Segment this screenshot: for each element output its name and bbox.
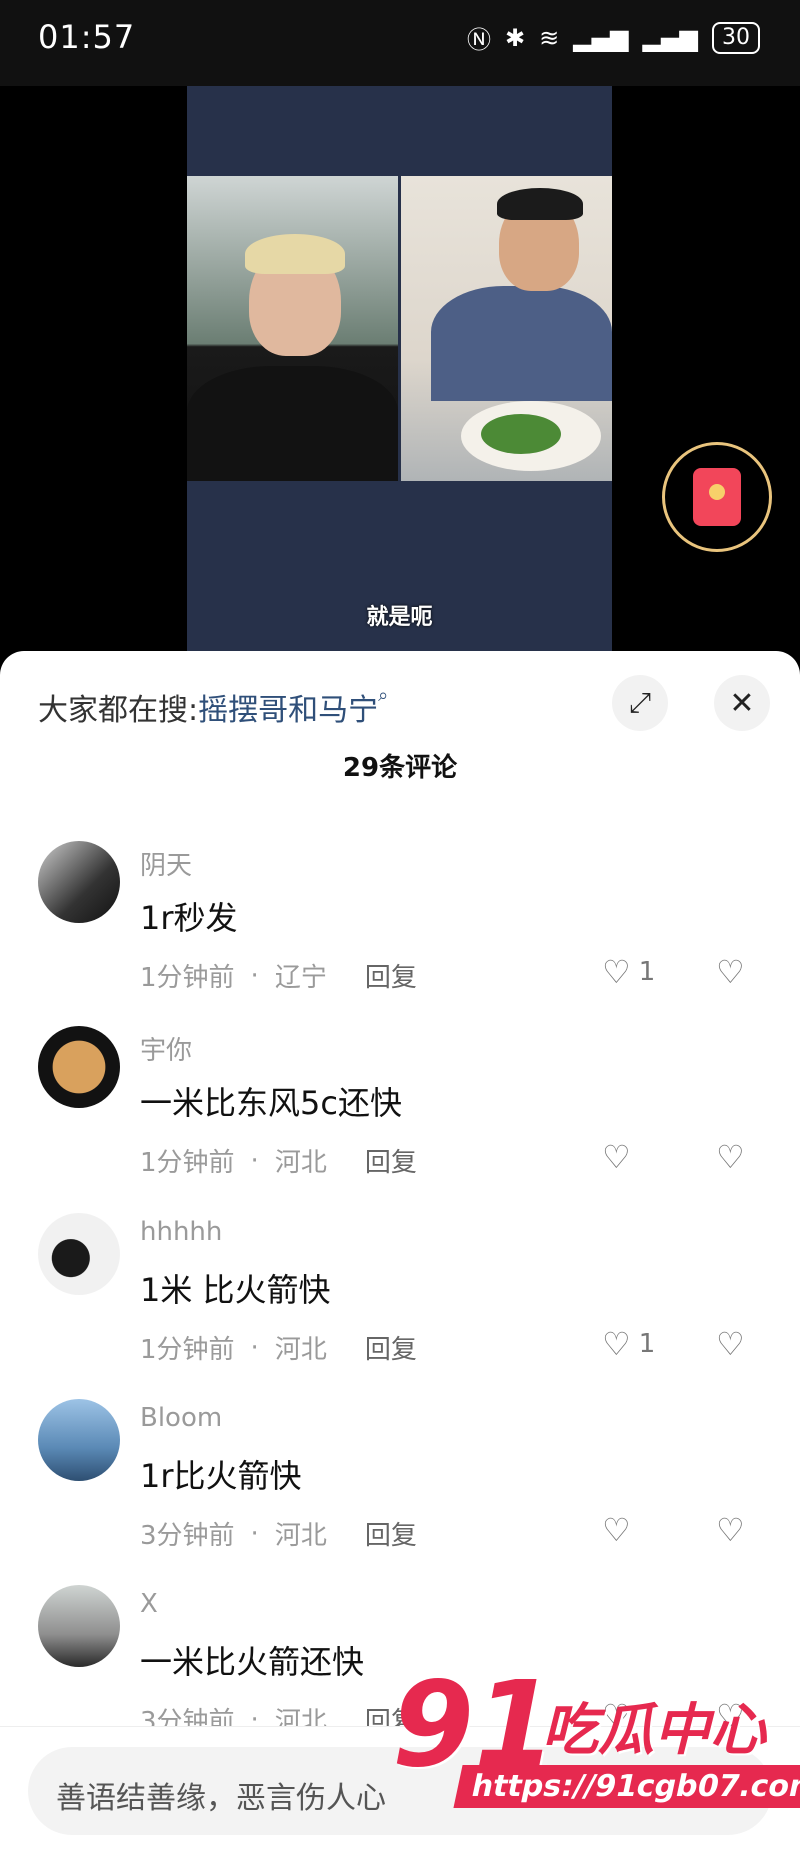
broken-heart-icon: ♡: [716, 1511, 745, 1549]
search-suggestion[interactable]: 大家都在搜:摇摆哥和马宁⌕: [38, 685, 388, 729]
comment-username[interactable]: X: [140, 1589, 158, 1619]
reply-button[interactable]: 回复: [365, 1329, 417, 1366]
avatar[interactable]: [38, 1585, 120, 1667]
comment-region: 河北: [274, 1335, 327, 1365]
search-icon: ⌕: [378, 685, 389, 706]
heart-icon: ♡: [602, 953, 631, 991]
like-button[interactable]: ♡: [602, 1511, 639, 1549]
close-button[interactable]: ✕: [714, 675, 770, 731]
like-button[interactable]: ♡ 1: [602, 953, 655, 991]
comment-username[interactable]: 宇你: [140, 1030, 192, 1067]
video-player[interactable]: 就是呃: [0, 86, 800, 658]
comment-region: 河北: [274, 1521, 327, 1551]
like-count: 1: [638, 1329, 656, 1359]
comment-text: 一米比火箭还快: [140, 1643, 365, 1681]
comment-meta: 1分钟前 · 辽宁 回复: [140, 957, 417, 994]
search-prefix: 大家都在搜:: [38, 693, 199, 728]
like-count: 1: [638, 957, 656, 987]
comment-text: 1r比火箭快: [140, 1457, 302, 1495]
broken-heart-icon: ♡: [716, 953, 745, 991]
comment-item: hhhhh 1米 比火箭快 1分钟前 · 河北 回复 ♡ 1 ♡: [0, 1213, 800, 1399]
expand-button[interactable]: ⤢: [612, 675, 668, 731]
status-time: 01:57: [38, 18, 136, 56]
broken-heart-icon: ♡: [716, 1325, 745, 1363]
comment-input-placeholder: 善语结善缘，恶言伤人心: [56, 1781, 386, 1816]
comment-item: 宇你 一米比东风5c还快 1分钟前 · 河北 回复 ♡ ♡: [0, 1026, 800, 1212]
comment-text: 1r秒发: [140, 899, 238, 937]
comment-text: 1米 比火箭快: [140, 1271, 331, 1309]
comment-time: 1分钟前: [140, 1148, 235, 1178]
comment-meta: 1分钟前 · 河北 回复: [140, 1142, 417, 1179]
avatar[interactable]: [38, 1213, 120, 1295]
comment-time: 1分钟前: [140, 963, 235, 993]
like-button[interactable]: ♡ 1: [602, 1325, 655, 1363]
comment-region: 辽宁: [274, 963, 327, 993]
comment-region: 河北: [274, 1148, 327, 1178]
comment-meta: 3分钟前 · 河北 回复: [140, 1515, 417, 1552]
comment-username[interactable]: hhhhh: [140, 1217, 222, 1247]
comment-meta: 1分钟前 · 河北 回复: [140, 1329, 417, 1366]
avatar[interactable]: [38, 841, 120, 923]
signal-icon: ▂▄▆: [573, 23, 629, 52]
dislike-button[interactable]: ♡: [716, 1138, 745, 1176]
avatar[interactable]: [38, 1026, 120, 1108]
dislike-button[interactable]: ♡: [716, 953, 745, 991]
like-button[interactable]: ♡: [602, 1138, 639, 1176]
heart-icon: ♡: [602, 1138, 631, 1176]
heart-icon: ♡: [602, 1511, 631, 1549]
comment-item: 阴天 1r秒发 1分钟前 · 辽宁 回复 ♡ 1 ♡: [0, 841, 800, 1027]
comment-item: Bloom 1r比火箭快 3分钟前 · 河北 回复 ♡ ♡: [0, 1399, 800, 1585]
wifi-icon: ≋: [539, 23, 560, 52]
video-frame: 就是呃: [187, 86, 612, 658]
watermark-name: 吃瓜中心: [542, 1698, 766, 1763]
watermark-logo: 91 吃瓜中心 https://91cgb07.com: [392, 1655, 800, 1827]
close-icon: ✕: [729, 685, 755, 721]
video-tile-right: [401, 176, 612, 481]
avatar[interactable]: [38, 1399, 120, 1481]
bluetooth-icon: ✱: [505, 23, 526, 52]
dislike-button[interactable]: ♡: [716, 1325, 745, 1363]
comment-username[interactable]: 阴天: [140, 845, 192, 882]
status-bar: 01:57 Ⓝ ✱ ≋ ▂▄▆ ▂▄▆ 30: [0, 0, 800, 86]
comment-text: 一米比东风5c还快: [140, 1084, 402, 1122]
video-subtitle: 就是呃: [366, 605, 433, 630]
broken-heart-icon: ♡: [716, 1138, 745, 1176]
video-tile-left: [187, 176, 398, 481]
reply-button[interactable]: 回复: [365, 1515, 417, 1552]
comment-time: 3分钟前: [140, 1521, 235, 1551]
status-icons: Ⓝ ✱ ≋ ▂▄▆ ▂▄▆ 30: [467, 20, 760, 55]
signal-icon-2: ▂▄▆: [642, 23, 698, 52]
red-packet-icon: [693, 468, 741, 526]
comment-count: 29条评论: [342, 753, 458, 783]
search-term[interactable]: 摇摆哥和马宁: [198, 693, 378, 728]
heart-icon: ♡: [602, 1325, 631, 1363]
reply-button[interactable]: 回复: [365, 1142, 417, 1179]
reply-button[interactable]: 回复: [365, 957, 417, 994]
dislike-button[interactable]: ♡: [716, 1511, 745, 1549]
comment-username[interactable]: Bloom: [140, 1403, 222, 1433]
nfc-icon: Ⓝ: [467, 26, 492, 54]
comment-time: 1分钟前: [140, 1335, 235, 1365]
expand-icon: ⤢: [628, 686, 652, 719]
watermark-url: https://91cgb07.com: [453, 1765, 800, 1808]
battery-icon: 30: [712, 21, 760, 54]
red-packet-button[interactable]: [662, 442, 772, 552]
